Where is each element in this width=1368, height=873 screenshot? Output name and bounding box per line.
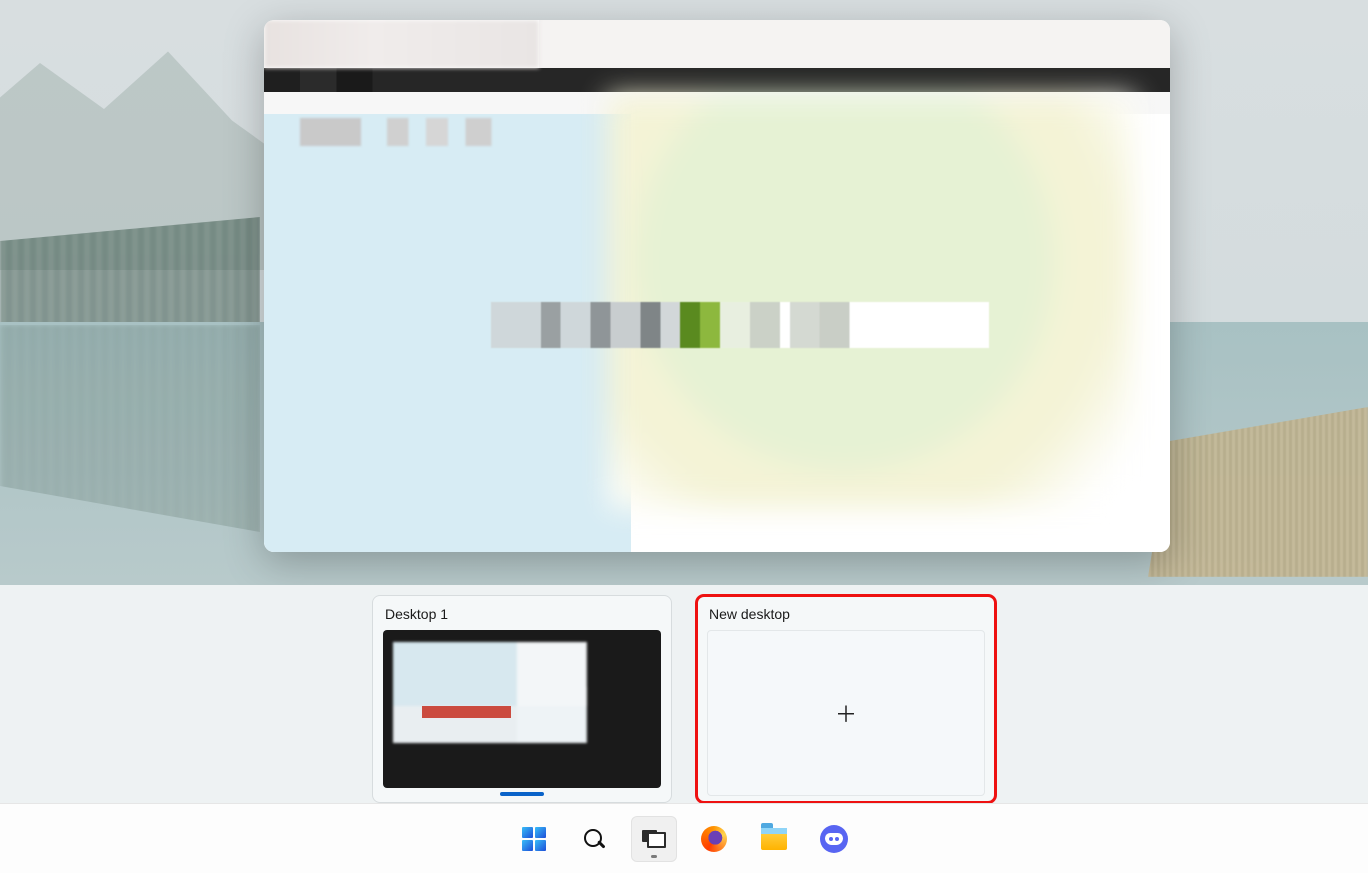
window-tab-blurred xyxy=(264,20,539,68)
new-desktop-card[interactable]: New desktop ＋ xyxy=(696,595,996,803)
window-titlebar-rest xyxy=(539,20,1170,68)
file-explorer-button[interactable] xyxy=(751,816,797,862)
new-desktop-label: New desktop xyxy=(709,606,985,622)
virtual-desktop-card-1[interactable]: Desktop 1 xyxy=(372,595,672,803)
file-explorer-icon xyxy=(761,828,787,850)
taskbar xyxy=(0,803,1368,873)
content-center-bar-pixels xyxy=(491,302,989,348)
window-address-bar-blurred xyxy=(264,68,1170,92)
window-content-blurred xyxy=(264,114,1170,552)
search-icon xyxy=(582,827,606,851)
firefox-icon xyxy=(701,826,727,852)
search-button[interactable] xyxy=(571,816,617,862)
discord-button[interactable] xyxy=(811,816,857,862)
virtual-desktop-label: Desktop 1 xyxy=(385,606,661,622)
window-titlebar xyxy=(264,20,1170,68)
task-view-button[interactable] xyxy=(631,816,677,862)
content-toolbar-pixels xyxy=(300,118,735,146)
virtual-desktop-preview[interactable] xyxy=(383,630,661,788)
firefox-button[interactable] xyxy=(691,816,737,862)
virtual-desktops-strip: Desktop 1 New desktop ＋ xyxy=(0,585,1368,803)
virtual-desktop-active-indicator xyxy=(500,792,544,796)
window-thumbnail[interactable] xyxy=(264,20,1170,552)
new-desktop-preview[interactable]: ＋ xyxy=(707,630,985,796)
plus-icon: ＋ xyxy=(835,697,857,729)
windows-start-icon xyxy=(522,827,546,851)
task-view-icon xyxy=(642,830,666,848)
start-button[interactable] xyxy=(511,816,557,862)
discord-icon xyxy=(820,825,848,853)
